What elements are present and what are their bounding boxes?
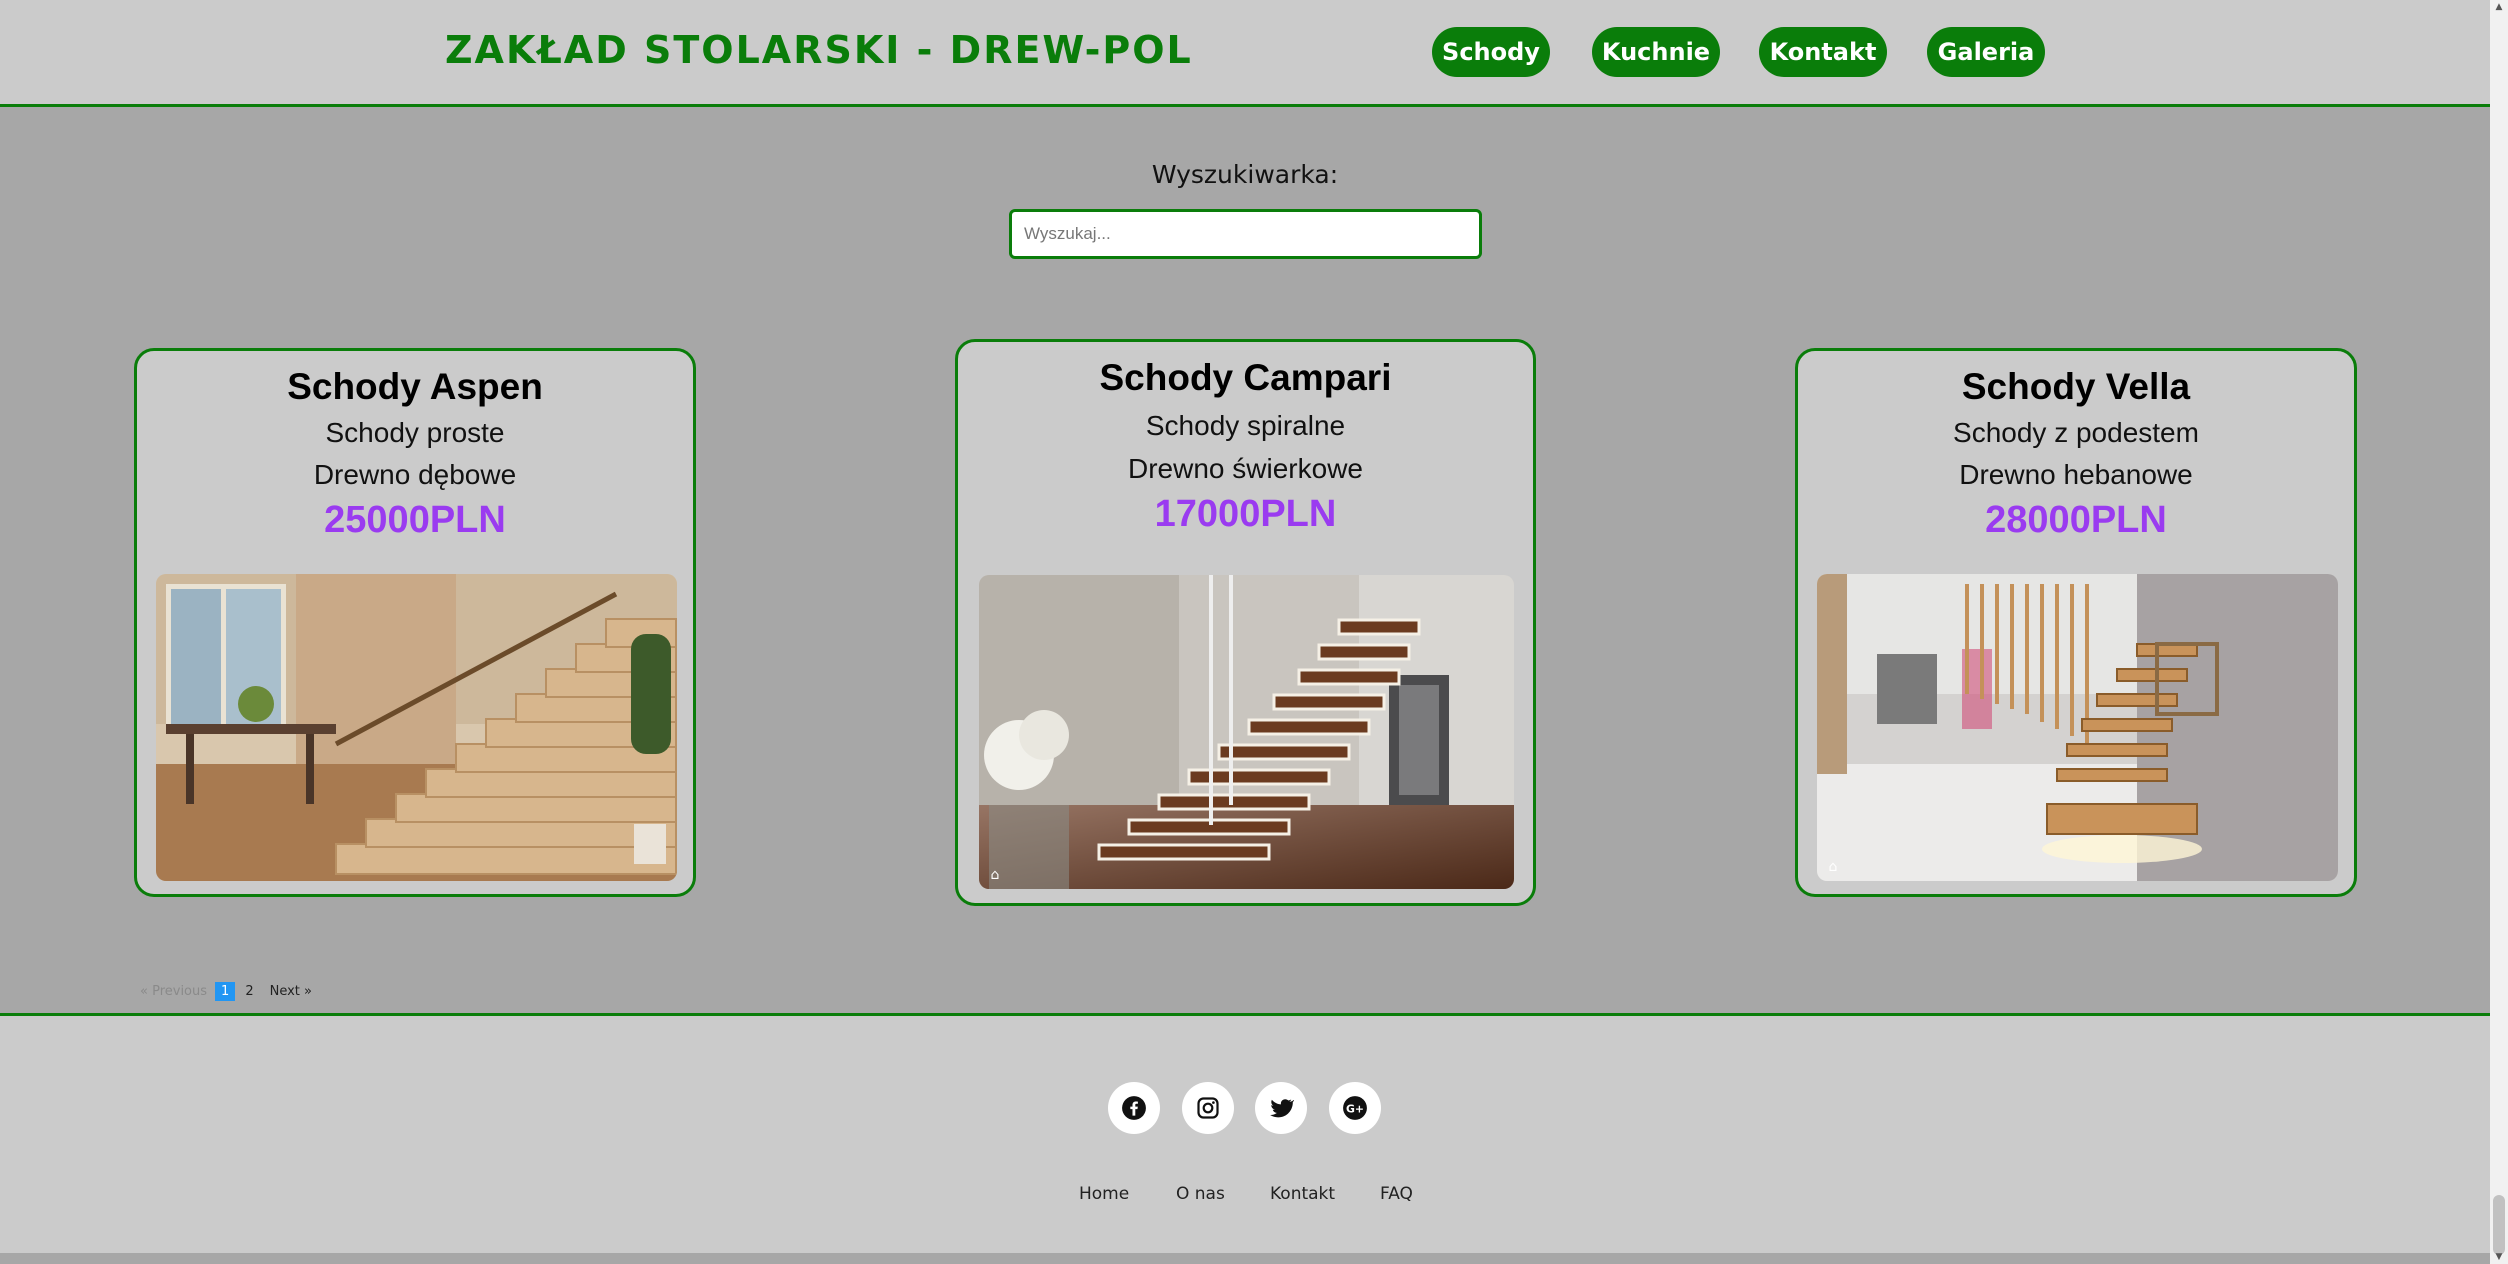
product-wood: Drewno świerkowe — [1128, 453, 1363, 484]
product-image[interactable]: ⌂ — [1817, 574, 2338, 881]
search-label: Wyszukiwarka: — [1151, 160, 1339, 189]
product-wood: Drewno dębowe — [313, 459, 517, 490]
product-card[interactable]: Schody Vella Schody z podestem Drewno he… — [1795, 348, 2357, 897]
stairs-photo — [156, 574, 677, 881]
home-icon: ⌂ — [1828, 859, 1838, 875]
facebook-icon[interactable] — [1108, 1082, 1160, 1134]
nav-button-schody[interactable]: Schody — [1432, 27, 1550, 77]
product-type: Schody z podestem — [1953, 417, 2199, 448]
nav-button-kuchnie[interactable]: Kuchnie — [1592, 27, 1720, 77]
page-scrollbar[interactable]: ▲ ▼ — [2490, 0, 2508, 1264]
product-title: Schody Vella — [1961, 366, 2191, 407]
product-type: Schody proste — [325, 417, 505, 448]
product-price: 28000PLN — [1985, 499, 2167, 541]
product-price: 17000PLN — [1154, 493, 1337, 535]
stairs-photo — [1817, 574, 2338, 881]
search-input[interactable] — [1009, 209, 1482, 259]
product-wood: Drewno hebanowe — [1959, 459, 2193, 490]
product-price: 25000PLN — [324, 499, 506, 541]
product-card[interactable]: Schody Campari Schody spiralne Drewno św… — [955, 339, 1536, 906]
pagination: « Previous 1 2 Next » — [140, 980, 312, 1002]
pagination-page-2[interactable]: 2 — [239, 982, 259, 1001]
product-card[interactable]: Schody Aspen Schody proste Drewno dębowe… — [134, 348, 696, 897]
product-type: Schody spiralne — [1145, 410, 1346, 441]
nav-button-kontakt[interactable]: Kontakt — [1759, 27, 1887, 77]
product-title: Schody Campari — [1099, 357, 1392, 398]
home-icon: ⌂ — [990, 867, 1000, 883]
svg-text:G+: G+ — [1346, 1102, 1364, 1115]
pagination-next[interactable]: Next » — [270, 984, 312, 999]
google-plus-icon[interactable]: G+ — [1329, 1082, 1381, 1134]
product-image[interactable] — [156, 574, 677, 881]
twitter-icon[interactable] — [1255, 1082, 1307, 1134]
page-bottom-strip — [0, 1253, 2490, 1264]
site-header: ZAKŁAD STOLARSKI - DREW-POL Schody Kuchn… — [0, 0, 2490, 107]
stairs-photo — [979, 575, 1514, 889]
nav-button-galeria[interactable]: Galeria — [1927, 27, 2045, 77]
footer-link-home[interactable]: Home — [1079, 1184, 1129, 1204]
scroll-down-icon[interactable]: ▼ — [2494, 1252, 2504, 1262]
product-image[interactable]: ⌂ — [979, 575, 1514, 889]
pagination-page-1[interactable]: 1 — [215, 981, 236, 1001]
site-footer: G+ Home O nas Kontakt FAQ — [0, 1013, 2490, 1253]
product-title: Schody Aspen — [287, 366, 543, 407]
site-title: ZAKŁAD STOLARSKI - DREW-POL — [445, 28, 1193, 72]
footer-link-faq[interactable]: FAQ — [1380, 1184, 1413, 1204]
pagination-previous: « Previous — [140, 983, 208, 999]
footer-link-kontakt[interactable]: Kontakt — [1270, 1184, 1335, 1204]
scrollbar-thumb[interactable] — [2493, 1195, 2505, 1255]
footer-link-o-nas[interactable]: O nas — [1176, 1184, 1225, 1204]
scroll-up-icon[interactable]: ▲ — [2494, 2, 2504, 12]
instagram-icon[interactable] — [1182, 1082, 1234, 1134]
